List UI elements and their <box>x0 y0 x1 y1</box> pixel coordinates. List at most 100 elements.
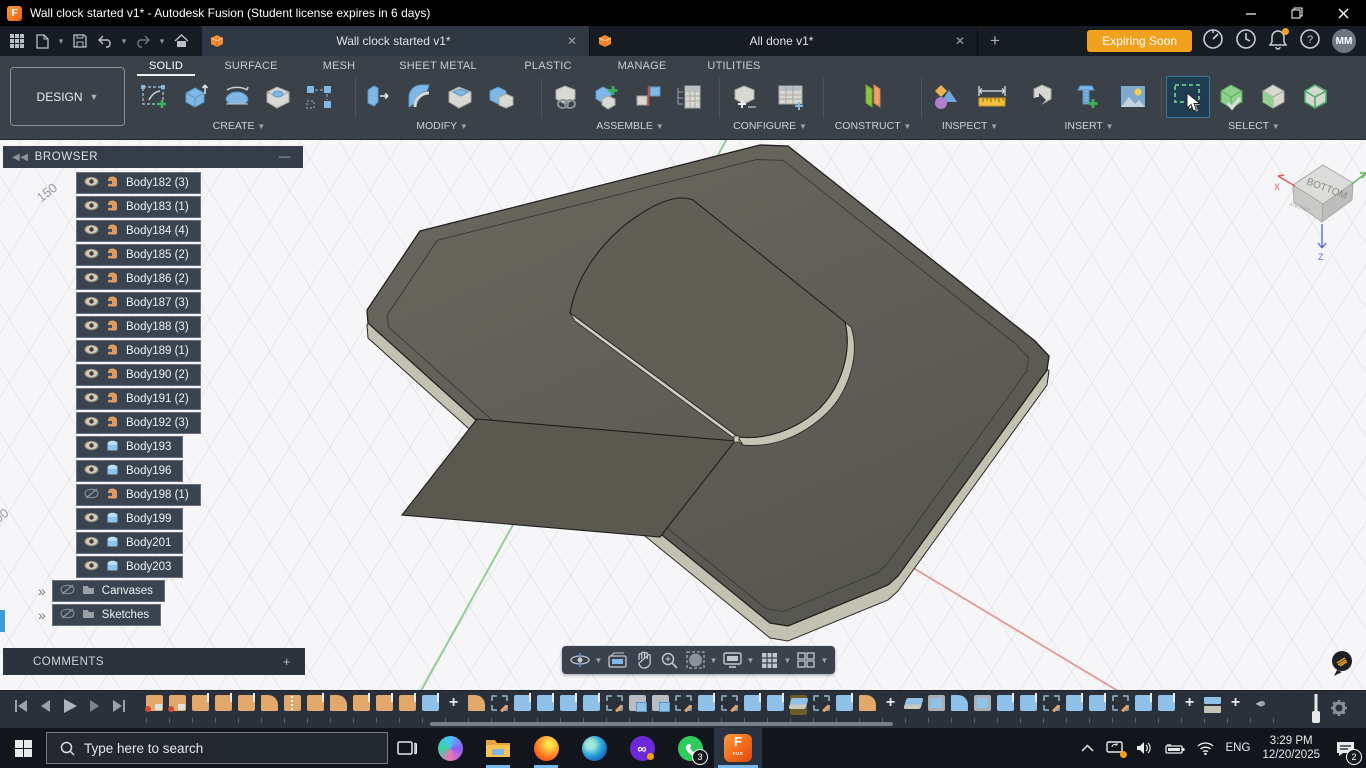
timeline-feature-extrB-icon[interactable] <box>698 693 715 715</box>
browser-item-body192-3-[interactable]: Body192 (3) <box>76 412 201 434</box>
group-label-insert[interactable]: INSERT ▼ <box>1020 120 1158 132</box>
visibility-eye-icon[interactable] <box>84 248 99 262</box>
tray-battery-icon[interactable] <box>1164 742 1185 754</box>
visibility-eye-icon[interactable] <box>84 560 99 574</box>
collapse-panel-icon[interactable]: ◀◀ <box>3 152 35 163</box>
timeline-feature-boundary-icon[interactable] <box>974 695 991 715</box>
help-icon[interactable]: ? <box>1299 28 1321 55</box>
browser-item-body198-1-[interactable]: Body198 (1) <box>76 484 201 506</box>
timeline-feature-extrO-icon[interactable] <box>215 693 232 715</box>
viewports-icon[interactable] <box>794 648 818 672</box>
timeline-feature-extrB-icon[interactable] <box>560 693 577 715</box>
minimize-panel-icon[interactable]: — <box>279 151 303 163</box>
visibility-eye-icon[interactable] <box>84 536 99 550</box>
select-face-icon[interactable] <box>1254 76 1294 118</box>
timeline-feature-move-icon[interactable]: + <box>1227 695 1244 715</box>
comments-bar[interactable]: COMMENTS + <box>3 648 305 675</box>
bom-icon[interactable] <box>668 76 709 118</box>
select-edge-icon[interactable] <box>1296 76 1336 118</box>
ribbon-tab-manage[interactable]: MANAGE <box>597 58 687 74</box>
browser-item-body190-2-[interactable]: Body190 (2) <box>76 364 201 386</box>
license-expiring-badge[interactable]: Expiring Soon <box>1087 30 1192 52</box>
timeline-feature-extrO-icon[interactable] <box>376 693 393 715</box>
timeline-feature-boundary-icon[interactable] <box>928 695 945 715</box>
tray-display-share-icon[interactable] <box>1105 740 1127 758</box>
group-label-create[interactable]: CREATE ▼ <box>134 120 344 132</box>
fillet-icon[interactable] <box>398 76 439 118</box>
insert-canvas-icon[interactable] <box>1112 76 1153 118</box>
timeline-feature-extrO-icon[interactable] <box>399 693 416 715</box>
taskbar-app-file-explorer[interactable] <box>474 728 522 768</box>
account-avatar[interactable]: MM <box>1332 29 1356 53</box>
ribbon-tab-utilities[interactable]: UTILITIES <box>689 58 779 74</box>
timeline-feature-extrB-icon[interactable] <box>537 693 554 715</box>
ribbon-tab-surface[interactable]: SURFACE <box>211 58 291 74</box>
start-button[interactable] <box>0 728 46 768</box>
timeline-feature-extrB-icon[interactable] <box>1158 693 1175 715</box>
chevron-down-icon[interactable]: ▼ <box>746 656 755 665</box>
workspace-selector[interactable]: DESIGN ▼ <box>10 67 125 126</box>
play-icon[interactable] <box>62 698 78 714</box>
home-icon[interactable] <box>170 30 192 52</box>
configuration-icon[interactable] <box>724 76 765 118</box>
document-tab-wall-clock[interactable]: Wall clock started v1* ✕ <box>202 26 590 56</box>
notifications-bell-icon[interactable] <box>1268 27 1289 55</box>
timeline-position-marker[interactable] <box>1310 694 1320 724</box>
taskbar-app-whatsapp[interactable]: 3 <box>666 728 714 768</box>
timeline-feature-combine-icon[interactable] <box>652 695 670 715</box>
display-settings-icon[interactable] <box>720 648 744 672</box>
new-file-icon[interactable] <box>31 30 53 52</box>
visibility-eye-off-icon[interactable] <box>84 488 99 502</box>
taskbar-app-purple[interactable]: ∞ <box>618 728 666 768</box>
timeline-feature-move-icon[interactable]: + <box>1181 695 1198 715</box>
visibility-eye-icon[interactable] <box>84 512 99 526</box>
configuration-table-icon[interactable] <box>770 76 811 118</box>
timeline-feature-extrB-icon[interactable] <box>1066 693 1083 715</box>
measure-distance-icon[interactable] <box>971 76 1012 118</box>
group-label-construct[interactable]: CONSTRUCT ▼ <box>830 120 916 132</box>
browser-item-body186-2-[interactable]: Body186 (2) <box>76 268 201 290</box>
rectangular-pattern-icon[interactable] <box>298 76 339 118</box>
chevron-down-icon[interactable]: ▼ <box>709 656 718 665</box>
add-comment-button[interactable]: + <box>283 654 305 669</box>
ribbon-tab-plastic[interactable]: PLASTIC <box>503 58 593 74</box>
timeline-feature-cornerO-icon[interactable] <box>859 695 876 715</box>
tray-speaker-icon[interactable] <box>1136 741 1153 755</box>
minimize-button[interactable] <box>1228 0 1274 26</box>
visibility-eye-icon[interactable] <box>84 368 99 382</box>
browser-scroll-indicator[interactable] <box>0 610 5 632</box>
timeline-feature-extrB-icon[interactable] <box>767 693 784 715</box>
browser-item-body184-4-[interactable]: Body184 (4) <box>76 220 201 242</box>
group-label-inspect[interactable]: INSPECT ▼ <box>925 120 1015 132</box>
timeline-feature-extrB-icon[interactable] <box>422 693 439 715</box>
browser-item-body189-1-[interactable]: Body189 (1) <box>76 340 201 362</box>
browser-item-body196[interactable]: Body196 <box>76 460 184 482</box>
browser-item-body182-3-[interactable]: Body182 (3) <box>76 172 201 194</box>
taskbar-app-firefox[interactable] <box>522 728 570 768</box>
chevron-down-icon[interactable]: ▼ <box>783 656 792 665</box>
timeline-feature-extrO-icon[interactable] <box>307 693 324 715</box>
timeline-feature-move-icon[interactable]: + <box>882 695 899 715</box>
visibility-eye-icon[interactable] <box>84 320 99 334</box>
timeline-feature-eraserHi-icon[interactable] <box>788 695 809 715</box>
viewport-canvas[interactable]: 150 00 BOTTOM FRONT X Z ◀◀ BROWSER — Bod… <box>0 140 1366 690</box>
redo-caret-icon[interactable]: ▾ <box>157 30 167 52</box>
go-to-start-icon[interactable] <box>14 699 28 713</box>
group-label-configure[interactable]: CONFIGURE ▼ <box>724 120 816 132</box>
grid-settings-icon[interactable] <box>757 648 781 672</box>
browser-item-body199[interactable]: Body199 <box>76 508 184 530</box>
browser-item-body183-1-[interactable]: Body183 (1) <box>76 196 201 218</box>
timeline-feature-extrO-icon[interactable] <box>192 693 209 715</box>
zoom-icon[interactable] <box>657 648 681 672</box>
create-sketch-icon[interactable] <box>134 76 175 118</box>
timeline-feature-sketch-icon[interactable] <box>813 695 830 715</box>
timeline-feature-rollback-icon[interactable]: ◂ <box>1250 695 1267 715</box>
group-label-modify[interactable]: MODIFY ▼ <box>357 120 527 132</box>
fit-icon[interactable] <box>683 648 707 672</box>
visibility-eye-icon[interactable] <box>84 224 99 238</box>
visibility-eye-icon[interactable] <box>84 440 99 454</box>
group-label-assemble[interactable]: ASSEMBLE ▼ <box>545 120 715 132</box>
timeline-feature-layersB-icon[interactable] <box>1204 695 1221 715</box>
recent-clock-icon[interactable] <box>1235 28 1257 55</box>
timeline-feature-sketch-icon[interactable] <box>491 695 508 715</box>
